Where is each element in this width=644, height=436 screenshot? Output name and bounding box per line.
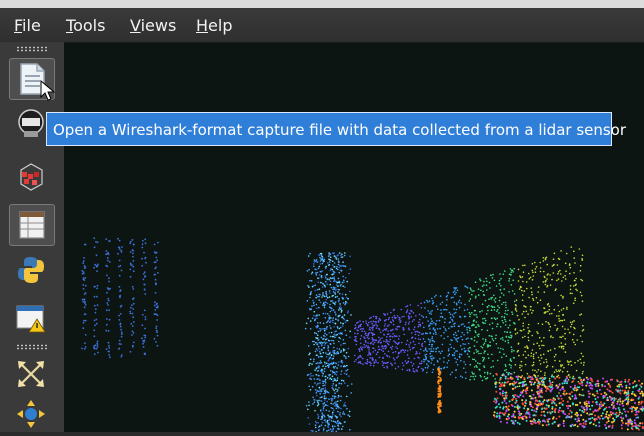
menu-views[interactable]: Views bbox=[130, 16, 176, 35]
warning-window-icon bbox=[15, 303, 47, 333]
point-cloud-view[interactable] bbox=[64, 43, 644, 432]
connect-sensor-icon bbox=[16, 109, 46, 139]
cube-grid-icon bbox=[15, 160, 47, 192]
spreadsheet-view-button[interactable] bbox=[9, 204, 55, 246]
menu-bar: File Tools Views Help bbox=[0, 8, 644, 43]
lidar-point-cloud bbox=[64, 43, 644, 432]
expand-arrows-icon bbox=[16, 359, 46, 389]
cube-grid-button[interactable] bbox=[9, 156, 53, 196]
move-points-icon bbox=[16, 399, 46, 429]
menu-help[interactable]: Help bbox=[196, 16, 232, 35]
menu-tools[interactable]: Tools bbox=[66, 16, 105, 35]
spreadsheet-view-icon bbox=[18, 210, 46, 240]
mouse-cursor-icon bbox=[40, 80, 58, 102]
toolbar-grip-2[interactable] bbox=[16, 344, 48, 350]
menu-file[interactable]: File bbox=[14, 16, 41, 35]
toolbar-grip[interactable] bbox=[16, 46, 48, 52]
tooltip: Open a Wireshark-format capture file wit… bbox=[46, 112, 612, 146]
reset-camera-button[interactable] bbox=[9, 354, 53, 394]
move-points-button[interactable] bbox=[9, 394, 53, 434]
python-icon bbox=[16, 255, 46, 285]
error-console-button[interactable] bbox=[9, 298, 53, 338]
python-shell-button[interactable] bbox=[9, 250, 53, 290]
